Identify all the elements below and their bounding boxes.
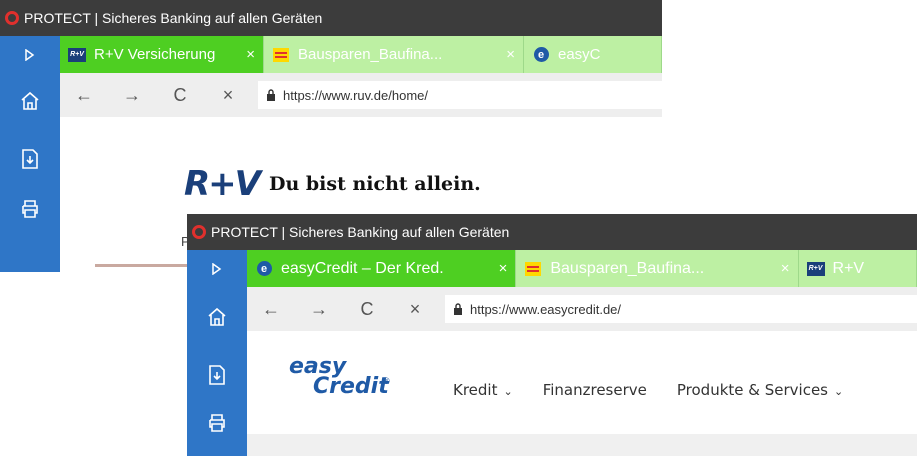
ruv-favicon-icon: R+V	[68, 47, 86, 62]
ruv-favicon-icon: R+V	[806, 261, 825, 276]
tab-close-icon[interactable]: ×	[246, 46, 255, 63]
sidebar-toggle-icon[interactable]	[187, 250, 247, 287]
tab-close-icon[interactable]: ×	[506, 46, 515, 63]
back-arrow-icon[interactable]: ←	[60, 85, 108, 106]
sidebar	[0, 36, 60, 272]
lock-icon	[453, 303, 463, 315]
tab-close-icon[interactable]: ×	[781, 260, 790, 277]
nav-item-finanzreserve[interactable]: Finanzreserve	[543, 381, 647, 399]
print-icon[interactable]	[187, 403, 247, 443]
lock-icon	[266, 89, 276, 101]
tab-strip: R+V R+V Versicherung × Bausparen_Baufina…	[60, 36, 662, 73]
tab-label: R+V	[832, 259, 865, 277]
print-icon[interactable]	[0, 189, 60, 229]
easycredit-favicon-icon: e	[532, 47, 550, 62]
stop-icon[interactable]: ×	[204, 85, 252, 106]
tab-easycredit[interactable]: e easyC	[524, 36, 662, 73]
reload-icon[interactable]: C	[343, 299, 391, 320]
tab-bausparen[interactable]: Bausparen_Baufina... ×	[516, 250, 799, 287]
back-arrow-icon[interactable]: ←	[247, 299, 295, 320]
protect-logo-icon	[192, 225, 206, 239]
tab-strip: e easyCredit – Der Kred. × Bausparen_Bau…	[247, 250, 917, 287]
title-bar: PROTECT | Sicheres Banking auf allen Ger…	[0, 0, 662, 36]
bausparen-favicon-icon	[272, 47, 290, 62]
logo-line2: Credit	[313, 374, 389, 399]
tab-bausparen[interactable]: Bausparen_Baufina... ×	[264, 36, 524, 73]
tab-ruv[interactable]: R+V R+V	[798, 250, 917, 287]
main-nav: Kredit ⌄ Finanzreserve Produkte & Service…	[453, 381, 873, 399]
ruv-mark: R+V	[184, 164, 261, 204]
download-icon[interactable]	[0, 129, 60, 189]
browser-window-front: PROTECT | Sicheres Banking auf allen Ger…	[187, 214, 917, 456]
tab-label: Bausparen_Baufina...	[298, 46, 443, 63]
nav-toolbar: ← → C × https://www.easycredit.de/	[247, 287, 917, 331]
tab-close-icon[interactable]: ×	[499, 260, 508, 277]
home-icon[interactable]	[187, 287, 247, 347]
title-bar: PROTECT | Sicheres Banking auf allen Ger…	[187, 214, 917, 250]
bausparen-favicon-icon	[524, 261, 542, 276]
window-title: PROTECT | Sicheres Banking auf allen Ger…	[211, 224, 510, 240]
home-icon[interactable]	[0, 73, 60, 129]
download-icon[interactable]	[187, 347, 247, 403]
nav-item-produkte[interactable]: Produkte & Services ⌄	[677, 381, 843, 399]
registered-mark: ®	[383, 376, 390, 386]
ruv-logo[interactable]: R+V Du bist nicht allein.	[184, 164, 481, 204]
easycredit-logo[interactable]: easy Credit ®	[275, 354, 390, 414]
chevron-down-icon: ⌄	[833, 385, 844, 398]
url-text: https://www.easycredit.de/	[470, 301, 622, 317]
tab-label: easyCredit – Der Kred.	[281, 259, 444, 277]
tab-label: easyC	[558, 46, 601, 63]
address-bar[interactable]: https://www.easycredit.de/	[445, 295, 917, 323]
sidebar-toggle-icon[interactable]	[0, 36, 60, 73]
forward-arrow-icon[interactable]: →	[295, 299, 343, 320]
hero-band	[247, 434, 917, 456]
chevron-down-icon: ⌄	[503, 385, 513, 398]
stop-icon[interactable]: ×	[391, 299, 439, 320]
nav-toolbar: ← → C × https://www.ruv.de/home/	[60, 73, 662, 117]
tab-label: R+V Versicherung	[94, 46, 216, 63]
nav-item-kredit[interactable]: Kredit ⌄	[453, 381, 513, 399]
forward-arrow-icon[interactable]: →	[108, 85, 156, 106]
window-title: PROTECT | Sicheres Banking auf allen Ger…	[24, 10, 323, 26]
reload-icon[interactable]: C	[156, 85, 204, 106]
url-text: https://www.ruv.de/home/	[283, 87, 428, 103]
easycredit-favicon-icon: e	[255, 261, 273, 276]
tab-label: Bausparen_Baufina...	[550, 259, 705, 277]
sidebar	[187, 250, 247, 456]
page-content: easy Credit ® Kredit ⌄ Finanzreserve Prod…	[247, 331, 917, 456]
address-bar[interactable]: https://www.ruv.de/home/	[258, 81, 662, 109]
tab-easycredit[interactable]: e easyCredit – Der Kred. ×	[247, 250, 517, 287]
ruv-claim: Du bist nicht allein.	[268, 173, 481, 195]
protect-logo-icon	[5, 11, 19, 25]
tab-ruv[interactable]: R+V R+V Versicherung ×	[60, 36, 264, 73]
